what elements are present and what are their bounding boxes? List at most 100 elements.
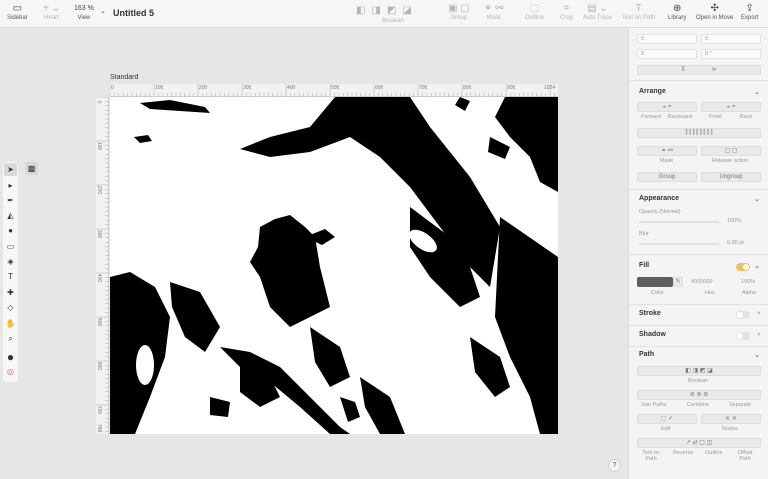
separate-label: Separate (729, 402, 752, 408)
brush-icon: ● (8, 226, 13, 235)
text-tool[interactable]: T (4, 270, 17, 283)
mask-button[interactable]: ⚭ ⚯ Mask (484, 3, 504, 21)
alpha-label: Alpha (742, 290, 757, 296)
edit-buttons[interactable]: ⬚ ✓ (637, 414, 697, 424)
sidebar-icon: ▭ (12, 3, 23, 14)
fill-color-swatch[interactable]: ● (4, 351, 17, 364)
path-boolean-label: Boolean (688, 378, 709, 384)
brush-tool[interactable]: ● (4, 224, 17, 237)
chevron-down-icon[interactable]: ⌄ (100, 7, 106, 15)
blur-value[interactable]: 0.00 pt (727, 240, 744, 246)
path-extra-buttons[interactable]: ↗ ⇄ ▢ ◫ (637, 438, 761, 448)
document-title: Untitled 5 (113, 8, 155, 18)
paint-bucket-icon: ◈ (7, 257, 14, 266)
hex-field[interactable]: #000000 (691, 279, 712, 285)
flip-buttons[interactable]: ⊼ ⊳ (637, 65, 761, 75)
pencil-tool[interactable]: ◭ (4, 209, 17, 222)
chevron-right-icon[interactable]: › (758, 331, 760, 338)
opacity-value[interactable]: 100% (727, 218, 741, 224)
text-icon: T (8, 272, 13, 281)
rectangle-tool[interactable]: ▭ (4, 240, 17, 253)
direct-select-tool[interactable]: ▸ (4, 179, 17, 192)
export-button[interactable]: ⇪ Export (741, 3, 758, 21)
auto-trace-button[interactable]: ▤ ⌄ Auto Trace (583, 3, 612, 21)
join-combine-separate-buttons[interactable]: ⊘ ⊚ ⊛ (637, 390, 761, 400)
blur-slider[interactable] (639, 243, 719, 245)
hand-icon: ✋ (5, 319, 16, 328)
group-button-panel[interactable]: Group (637, 172, 697, 182)
x-field[interactable]: 0 (637, 34, 697, 44)
backward-label: Backward (668, 114, 693, 120)
crop-button[interactable]: ⌗ Crop (560, 3, 573, 21)
fill-toggle[interactable] (736, 263, 750, 271)
stroke-toggle[interactable] (736, 311, 750, 319)
rotation-field[interactable]: 0 ° (701, 49, 761, 59)
chevron-down-icon[interactable]: ⌄ (754, 195, 760, 203)
hruler-label: 500 (331, 85, 340, 91)
crop-tool[interactable]: ✚ (4, 286, 17, 299)
edit-icon: ⬚ ✓ (660, 416, 674, 422)
align-icon: ⫿ ⫿ ⫿ ⫿ ⫿ ⫿ ⫿ ⫿ (685, 130, 713, 136)
align-buttons[interactable]: ⫿ ⫿ ⫿ ⫿ ⫿ ⫿ ⫿ ⫿ (637, 128, 761, 138)
y-field[interactable]: 0 (701, 34, 761, 44)
eraser-tool[interactable]: ◇ (4, 301, 17, 314)
w-field[interactable]: 0 (637, 49, 697, 59)
release-action-button[interactable]: ▢ ▢ (701, 146, 761, 156)
outline-button[interactable]: ⬚ Outline (525, 3, 544, 21)
black-circle-icon: ● (6, 350, 15, 364)
stroke-color-swatch[interactable]: ◎ (4, 365, 17, 378)
path-boolean-buttons[interactable]: ◧ ◨ ◩ ◪ (637, 366, 761, 376)
color-label: Color (651, 290, 665, 296)
traced-bird-artwork[interactable] (110, 97, 558, 434)
artboard-name[interactable]: Standard (110, 74, 138, 81)
front-back-buttons[interactable]: ◒ ◓ (701, 102, 761, 112)
intersect-icon[interactable]: ◩ (387, 5, 396, 17)
alpha-field[interactable]: 100% (741, 279, 755, 285)
outline-icon: ⬚ (529, 3, 540, 14)
group-button[interactable]: ▣ ▢ Group (448, 3, 470, 21)
select-tool[interactable]: ➤ (4, 163, 17, 176)
nodes-buttons[interactable]: ✕ ✕ (701, 414, 761, 424)
vruler-label: 768 (96, 423, 103, 433)
difference-icon[interactable]: ◪ (402, 5, 411, 17)
pen-tool[interactable]: ✒ (4, 194, 17, 207)
chevron-down-icon[interactable]: ⌄ (754, 262, 760, 270)
open-in-move-button[interactable]: ✣ Open in Move (696, 3, 733, 21)
fill-tool[interactable]: ◈ (4, 255, 17, 268)
forward-label: Forward (641, 114, 662, 120)
hruler-label: 700 (419, 85, 428, 91)
artboard[interactable] (110, 97, 558, 434)
vruler-label: 600 (96, 361, 103, 371)
nodes-icon: ✕ ✕ (725, 416, 737, 422)
text-on-path-button[interactable]: T Text on Path (622, 3, 655, 21)
shadow-toggle[interactable] (736, 332, 750, 340)
stroke-ring-icon: ◎ (7, 367, 14, 376)
tool-options-button[interactable]: ▩ (25, 162, 38, 175)
mask-button-panel[interactable]: ⚭ ⚯ (637, 146, 697, 156)
vruler-label: 300 (96, 229, 103, 239)
subtract-icon[interactable]: ◨ (371, 5, 380, 17)
opacity-slider[interactable] (639, 221, 719, 223)
zoom-tool[interactable]: ⌕ (4, 332, 17, 345)
node-arrow-icon: ▸ (8, 181, 13, 190)
reverse-label: Reverse (673, 450, 694, 456)
chevron-right-icon[interactable]: › (758, 310, 760, 317)
hand-tool[interactable]: ✋ (4, 317, 17, 330)
hruler-label: 100 (155, 85, 164, 91)
ungroup-button[interactable]: Ungroup (701, 172, 761, 182)
forward-backward-buttons[interactable]: ◒ ◓ (637, 102, 697, 112)
hruler-label: 0 (111, 85, 114, 91)
help-button[interactable]: ? (608, 459, 621, 472)
library-button[interactable]: ⊕ Library (668, 3, 686, 21)
chevron-down-icon[interactable]: ⌄ (754, 88, 760, 96)
fill-color-well[interactable] (637, 277, 673, 287)
view-zoom-control[interactable]: 163 % View (74, 3, 94, 21)
union-icon[interactable]: ◧ (356, 5, 365, 17)
hruler-label: 300 (243, 85, 252, 91)
heart-button[interactable]: + ⌄ Heart (43, 3, 60, 21)
hruler-label: 900 (507, 85, 516, 91)
eyedropper-button[interactable]: ✎ (673, 277, 683, 287)
opacity-label: Opacity (Normal) (639, 209, 681, 215)
chevron-down-icon[interactable]: ⌄ (754, 351, 760, 359)
sidebar-button[interactable]: ▭ Sidebar (7, 3, 28, 21)
